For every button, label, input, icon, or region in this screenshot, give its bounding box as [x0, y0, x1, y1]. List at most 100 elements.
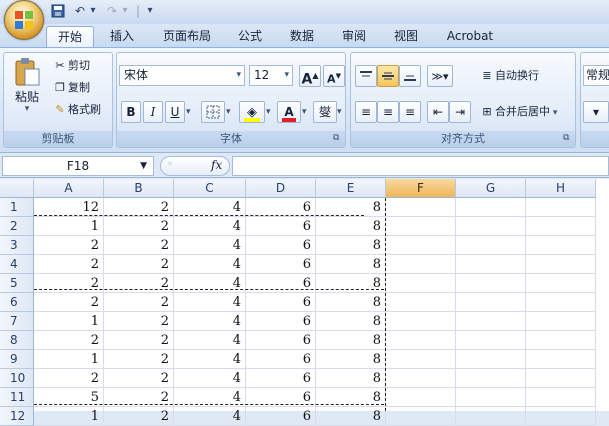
alignment-dialog-launcher-icon[interactable]: ⧉: [563, 133, 569, 143]
cell-g6[interactable]: [456, 293, 526, 312]
undo-icon[interactable]: ↶: [72, 3, 88, 19]
paste-dropdown-icon[interactable]: ▾: [8, 104, 46, 114]
cell-g12[interactable]: [456, 407, 526, 426]
column-header-d[interactable]: D: [246, 179, 316, 198]
cell-a8[interactable]: 2: [34, 331, 104, 350]
cell-d10[interactable]: 6: [246, 369, 316, 388]
row-header[interactable]: 4: [0, 255, 34, 274]
cell-c2[interactable]: 4: [174, 217, 246, 236]
row-header[interactable]: 5: [0, 274, 34, 293]
cell-e12[interactable]: 8: [316, 407, 386, 426]
cell-c12[interactable]: 4: [174, 407, 246, 426]
cell-f4[interactable]: [386, 255, 456, 274]
row-header[interactable]: 6: [0, 293, 34, 312]
column-header-g[interactable]: G: [456, 179, 526, 198]
cell-h9[interactable]: [526, 350, 596, 369]
cell-d4[interactable]: 6: [246, 255, 316, 274]
column-header-h[interactable]: H: [526, 179, 596, 198]
cell-a5[interactable]: 2: [34, 274, 104, 293]
format-painter-button[interactable]: ✎ 格式刷: [52, 99, 112, 121]
office-button[interactable]: [4, 0, 44, 40]
row-header[interactable]: 9: [0, 350, 34, 369]
bold-button[interactable]: B: [121, 101, 141, 123]
tab-review[interactable]: 审阅: [332, 26, 376, 48]
cell-g2[interactable]: [456, 217, 526, 236]
cell-b9[interactable]: 2: [104, 350, 174, 369]
cell-g8[interactable]: [456, 331, 526, 350]
undo-dropdown-icon[interactable]: ▾: [88, 3, 98, 19]
paste-button[interactable]: 粘贴 ▾: [8, 57, 46, 123]
font-color-dropdown-icon[interactable]: ▾: [302, 107, 307, 117]
cell-e3[interactable]: 8: [316, 236, 386, 255]
worksheet-grid[interactable]: ABCDEFGH 1 12 2 4 6 8 2 1 2 4 6 8 3 2 2 4 6 8 4 2 2 4 6 8 5 2 2 4 6 8…: [0, 179, 609, 426]
align-bottom-button[interactable]: [399, 65, 421, 87]
align-middle-button[interactable]: [377, 65, 399, 87]
cell-e2[interactable]: 8: [316, 217, 386, 236]
cell-e5[interactable]: 8: [316, 274, 386, 293]
tab-insert[interactable]: 插入: [100, 26, 144, 48]
borders-dropdown-icon[interactable]: ▾: [226, 107, 231, 117]
cell-g5[interactable]: [456, 274, 526, 293]
cell-f5[interactable]: [386, 274, 456, 293]
font-dialog-launcher-icon[interactable]: ⧉: [333, 133, 339, 143]
cell-h2[interactable]: [526, 217, 596, 236]
cell-f6[interactable]: [386, 293, 456, 312]
cell-a10[interactable]: 2: [34, 369, 104, 388]
cell-f1[interactable]: [386, 198, 456, 217]
cell-c3[interactable]: 4: [174, 236, 246, 255]
font-color-button[interactable]: A: [277, 101, 301, 123]
cell-e8[interactable]: 8: [316, 331, 386, 350]
tab-home[interactable]: 开始: [46, 26, 94, 48]
increase-indent-button[interactable]: ⇥: [449, 101, 471, 123]
cell-g11[interactable]: [456, 388, 526, 407]
cell-d7[interactable]: 6: [246, 312, 316, 331]
borders-button[interactable]: [201, 101, 225, 123]
underline-dropdown-icon[interactable]: ▾: [186, 107, 191, 117]
cell-a2[interactable]: 1: [34, 217, 104, 236]
cell-h7[interactable]: [526, 312, 596, 331]
cell-e10[interactable]: 8: [316, 369, 386, 388]
tab-data[interactable]: 数据: [280, 26, 324, 48]
cell-d12[interactable]: 6: [246, 407, 316, 426]
cell-f11[interactable]: [386, 388, 456, 407]
name-box[interactable]: F18 ▼: [2, 156, 154, 176]
cell-g1[interactable]: [456, 198, 526, 217]
cell-b6[interactable]: 2: [104, 293, 174, 312]
cell-c5[interactable]: 4: [174, 274, 246, 293]
font-size-combobox[interactable]: 12 ▾: [249, 65, 293, 86]
fill-color-button[interactable]: ◈: [239, 101, 265, 123]
redo-dropdown-icon[interactable]: ▾: [120, 3, 130, 19]
underline-button[interactable]: U: [165, 101, 185, 123]
cell-b5[interactable]: 2: [104, 274, 174, 293]
cell-h5[interactable]: [526, 274, 596, 293]
cell-g7[interactable]: [456, 312, 526, 331]
cell-d6[interactable]: 6: [246, 293, 316, 312]
cell-h6[interactable]: [526, 293, 596, 312]
cell-f9[interactable]: [386, 350, 456, 369]
cell-b8[interactable]: 2: [104, 331, 174, 350]
cell-h8[interactable]: [526, 331, 596, 350]
merge-center-button[interactable]: ⊞ 合并后居中 ▾: [479, 101, 575, 123]
cell-f3[interactable]: [386, 236, 456, 255]
row-header[interactable]: 11: [0, 388, 34, 407]
row-header[interactable]: 8: [0, 331, 34, 350]
cell-g3[interactable]: [456, 236, 526, 255]
cell-f12[interactable]: [386, 407, 456, 426]
italic-button[interactable]: I: [143, 101, 163, 123]
decrease-indent-button[interactable]: ⇤: [427, 101, 449, 123]
column-header-a[interactable]: A: [34, 179, 104, 198]
cell-b3[interactable]: 2: [104, 236, 174, 255]
cell-a6[interactable]: 2: [34, 293, 104, 312]
cell-a7[interactable]: 1: [34, 312, 104, 331]
orientation-button[interactable]: ≫▾: [427, 65, 453, 87]
cell-c6[interactable]: 4: [174, 293, 246, 312]
name-box-dropdown-icon[interactable]: ▼: [140, 157, 147, 175]
accounting-format-button[interactable]: ▾: [583, 101, 609, 123]
cell-g9[interactable]: [456, 350, 526, 369]
copy-button[interactable]: ❐ 复制: [52, 77, 112, 99]
cell-g4[interactable]: [456, 255, 526, 274]
fill-color-dropdown-icon[interactable]: ▾: [266, 107, 271, 117]
cell-d5[interactable]: 6: [246, 274, 316, 293]
font-name-combobox[interactable]: 宋体 ▾: [119, 65, 245, 86]
tab-view[interactable]: 视图: [384, 26, 428, 48]
